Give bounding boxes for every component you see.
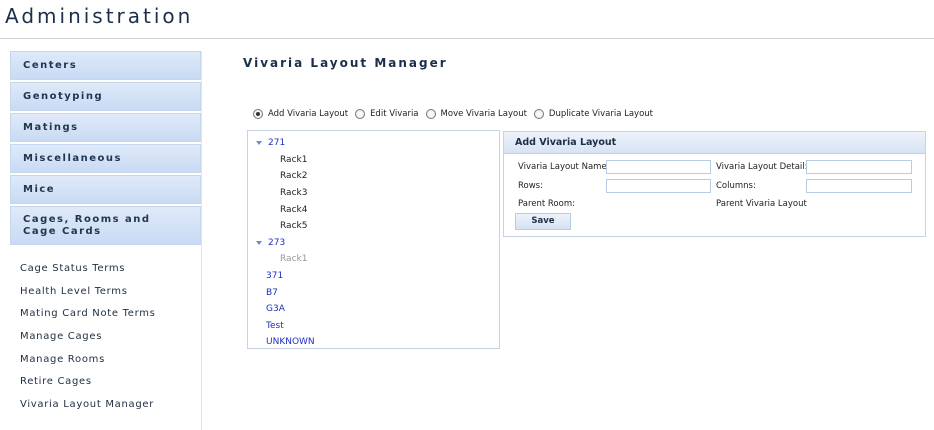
detail-label: Vivaria Layout Detail: [716,162,808,172]
subnav-mating-card-note-terms[interactable]: Mating Card Note Terms [20,308,201,331]
tree-node-rack5[interactable]: Rack5 [248,218,499,235]
vivaria-tree: 271 Rack1 Rack2 Rack3 Rack4 Rack5 273 Ra… [247,130,500,349]
subnav-manage-cages[interactable]: Manage Cages [20,331,201,354]
radio-button-selected[interactable] [253,109,263,119]
app-title: Administration [5,4,194,28]
tree-node-test[interactable]: Test [248,318,499,335]
tree-node-371[interactable]: 371 [248,268,499,285]
tree-node-271[interactable]: 271 [248,135,499,152]
tree-node-b7[interactable]: B7 [248,284,499,301]
tree-node-rack1[interactable]: Rack1 [248,152,499,169]
layout-detail-input[interactable] [806,160,912,174]
subnav-retire-cages[interactable]: Retire Cages [20,376,201,399]
tree-node-label: 271 [268,138,286,149]
sidebar-section-centers[interactable]: Centers [10,51,201,80]
sidebar-section-matings[interactable]: Matings [10,113,201,142]
sidebar-subnav: Cage Status Terms Health Level Terms Mat… [10,263,201,422]
page-title: Vivaria Layout Manager [243,56,448,70]
name-label: Vivaria Layout Name: [518,162,610,172]
mode-label: Edit Vivaria [370,109,419,119]
panel-header: Add Vivaria Layout [504,132,925,154]
tree-node-rack3[interactable]: Rack3 [248,185,499,202]
subnav-vivaria-layout-manager[interactable]: Vivaria Layout Manager [20,399,201,422]
mode-add-vivaria-layout[interactable]: Add Vivaria Layout [253,109,348,119]
tree-node-rack4[interactable]: Rack4 [248,201,499,218]
tree-node-unknown[interactable]: UNKNOWN [248,334,499,351]
mode-label: Add Vivaria Layout [268,109,349,119]
tree-node-g3a[interactable]: G3A [248,301,499,318]
columns-label: Columns: [716,181,756,191]
add-vivaria-layout-panel: Add Vivaria Layout Vivaria Layout Name: … [503,131,926,237]
sidebar-section-genotyping[interactable]: Genotyping [10,82,201,111]
parent-layout-label: Parent Vivaria Layout [716,199,807,209]
mode-label: Duplicate Vivaria Layout [548,109,654,119]
radio-button[interactable] [425,109,436,119]
mode-edit-vivaria[interactable]: Edit Vivaria [355,109,419,119]
rows-label: Rows: [518,181,543,191]
rows-input[interactable] [606,179,711,193]
mode-duplicate-vivaria-layout[interactable]: Duplicate Vivaria Layout [533,109,654,119]
mode-label: Move Vivaria Layout [440,109,527,119]
subnav-manage-rooms[interactable]: Manage Rooms [20,354,201,377]
title-divider [0,38,934,39]
subnav-health-level-terms[interactable]: Health Level Terms [20,286,201,309]
expand-caret-icon[interactable] [256,141,262,146]
sidebar-section-cages-rooms[interactable]: Cages, Rooms and Cage Cards [10,206,201,245]
mode-radio-group: Add Vivaria Layout Edit Vivaria Move Viv… [253,109,660,119]
sidebar-section-miscellaneous[interactable]: Miscellaneous [10,144,201,173]
mode-move-vivaria-layout[interactable]: Move Vivaria Layout [425,109,527,119]
sidebar-section-mice[interactable]: Mice [10,175,201,204]
sidebar: Centers Genotyping Matings Miscellaneous… [10,51,202,430]
subnav-cage-status-terms[interactable]: Cage Status Terms [20,263,201,286]
tree-node-rack1-273[interactable]: Rack1 [248,251,499,268]
tree-node-273[interactable]: 273 [248,235,499,252]
tree-node-rack2[interactable]: Rack2 [248,168,499,185]
radio-button[interactable] [355,109,366,119]
radio-button[interactable] [533,109,544,119]
columns-input[interactable] [806,179,912,193]
expand-caret-icon[interactable] [256,240,262,245]
tree-node-label: 273 [268,237,286,248]
layout-name-input[interactable] [606,160,711,174]
save-button[interactable]: Save [515,213,571,230]
parent-room-label: Parent Room: [518,199,575,209]
